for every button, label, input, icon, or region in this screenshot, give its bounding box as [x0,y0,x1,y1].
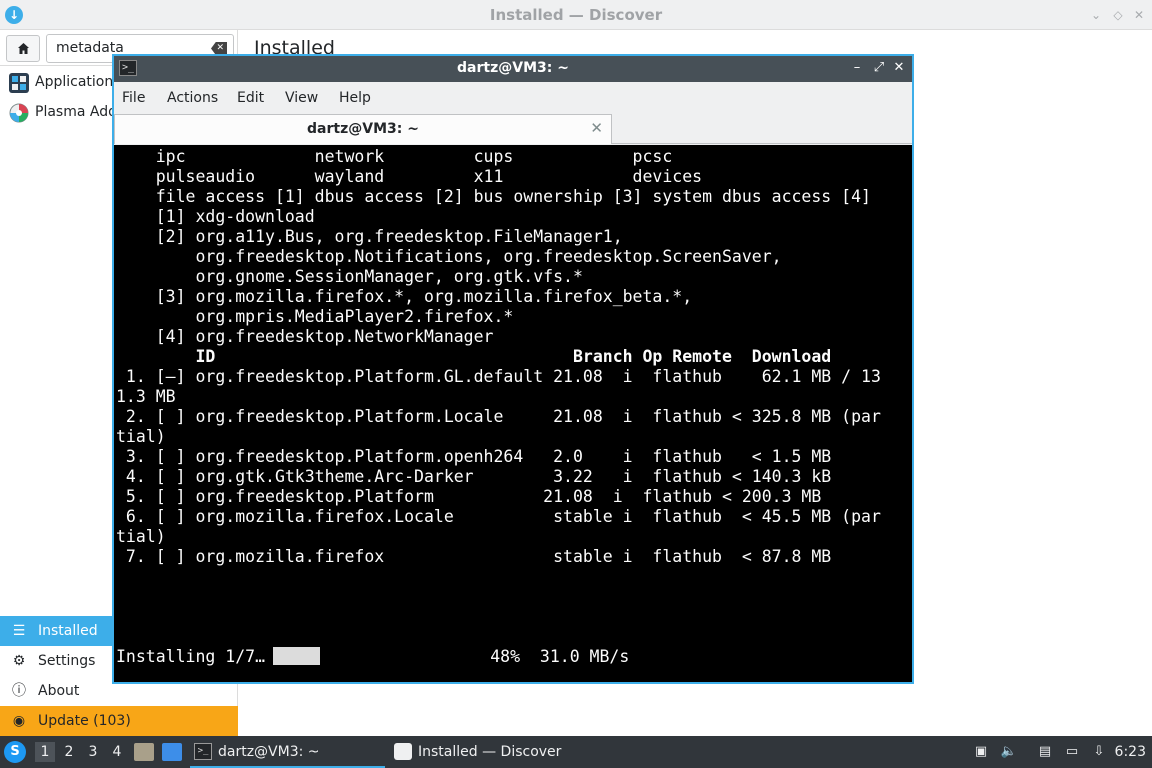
maximize-icon[interactable]: ◇ [1110,7,1126,23]
taskbar: S 1 2 3 4 >_ dartz@VM3: ~ Installed — Di… [0,736,1152,768]
nav-update[interactable]: ◉ Update (103) [0,706,238,736]
application-launcher-icon[interactable]: S [4,741,26,763]
install-status-text: Installing 1/7… [116,647,266,666]
terminal-icon: >_ [194,743,212,760]
terminal-line: [1] xdg-download [116,207,315,226]
terminal-line: [4] org.freedesktop.NetworkManager [116,327,494,346]
minimize-icon[interactable]: – [848,59,866,77]
konsole-titlebar[interactable]: >_ dartz@VM3: ~ – ⤢ ✕ [114,56,912,82]
discover-app-icon [394,743,412,760]
tab-label: dartz@VM3: ~ [307,121,419,137]
task-label: Installed — Discover [418,744,562,760]
nav-label: Settings [38,653,96,669]
tab-terminal[interactable]: dartz@VM3: ~ ✕ [114,114,612,144]
close-icon[interactable]: ✕ [1131,7,1147,23]
maximize-icon[interactable]: ⤢ [870,59,888,77]
terminal-line: org.mpris.MediaPlayer2.firefox.* [116,307,514,326]
desktop-4[interactable]: 4 [107,742,127,762]
table-row: tial) [116,427,166,446]
table-row: 3. [ ] org.freedesktop.Platform.openh264… [116,447,832,466]
update-icon: ◉ [12,713,26,729]
table-row: 4. [ ] org.gtk.Gtk3theme.Arc-Darker 3.22… [116,467,832,486]
desktop-3[interactable]: 3 [83,742,103,762]
task-discover[interactable]: Installed — Discover [390,736,590,768]
notes-icon[interactable]: ▤ [1036,744,1054,760]
nav-label: Update (103) [38,713,131,729]
category-label: Applications [35,74,121,90]
install-status-line: Installing 1/7… 48% 31.0 MB/s [116,647,629,667]
table-row: 2. [ ] org.freedesktop.Platform.Locale 2… [116,407,881,426]
konsole-tabbar: dartz@VM3: ~ ✕ [114,114,912,144]
terminal-line: ipc network cups pcsc [116,147,673,166]
info-icon: ⓘ [12,683,26,699]
table-row: 1. [—] org.freedesktop.Platform.GL.defau… [116,367,881,386]
discover-titlebar: ↓ Installed — Discover ⌄ ◇ ✕ [0,0,1152,30]
install-progress-bar [273,647,372,665]
discover-window-title: Installed — Discover [489,6,663,24]
clipboard-icon[interactable]: ▣ [972,744,990,760]
install-progress-text: 48% 31.0 MB/s [371,647,630,666]
close-icon[interactable]: ✕ [890,59,908,77]
clock[interactable]: 6:23 [1115,744,1146,760]
konsole-window-title: dartz@VM3: ~ [457,60,569,76]
terminal-line: [2] org.a11y.Bus, org.freedesktop.FileMa… [116,227,623,246]
minimize-icon[interactable]: ⌄ [1088,7,1104,23]
table-row: 6. [ ] org.mozilla.firefox.Locale stable… [116,507,881,526]
menu-edit[interactable]: Edit [237,90,264,106]
tab-close-icon[interactable]: ✕ [590,119,603,137]
menu-file[interactable]: File [122,90,145,106]
table-row: 7. [ ] org.mozilla.firefox stable i flat… [116,547,832,566]
nav-label: Installed [38,623,98,639]
list-icon: ☰ [12,623,26,639]
update-notifier-icon[interactable]: ⇩ [1090,744,1108,760]
terminal-line: pulseaudio wayland x11 devices [116,167,703,186]
terminal-output[interactable]: ipc network cups pcsc pulseaudio wayland… [114,145,912,682]
table-row: 5. [ ] org.freedesktop.Platform 21.08 i … [116,487,822,506]
file-manager-icon[interactable] [134,743,154,761]
show-desktop-icon[interactable] [162,743,182,761]
terminal-line: org.freedesktop.Notifications, org.freed… [116,247,782,266]
applications-icon [9,73,29,93]
volume-icon[interactable]: 🔈 [1000,744,1018,760]
plasma-addons-icon [9,103,29,123]
menu-actions[interactable]: Actions [167,90,218,106]
desktop-1[interactable]: 1 [35,742,55,762]
terminal-line: [3] org.mozilla.firefox.*, org.mozilla.f… [116,287,693,306]
home-icon [18,43,29,54]
home-button[interactable] [6,35,40,62]
menu-help[interactable]: Help [339,90,371,106]
table-row: tial) [116,527,166,546]
menu-view[interactable]: View [285,90,318,106]
table-header: ID Branch Op Remote Download [116,347,832,366]
terminal-line: file access [1] dbus access [2] bus owne… [116,187,871,206]
task-konsole[interactable]: >_ dartz@VM3: ~ [190,736,385,768]
desktop-2[interactable]: 2 [59,742,79,762]
network-icon[interactable]: ▭ [1063,744,1081,760]
table-row: 1.3 MB [116,387,176,406]
konsole-window: >_ dartz@VM3: ~ – ⤢ ✕ File Actions Edit … [112,54,914,684]
task-label: dartz@VM3: ~ [218,744,320,760]
nav-label: About [38,683,80,699]
gear-icon: ⚙ [12,653,26,669]
konsole-menubar: File Actions Edit View Help [114,82,912,114]
terminal-line: org.gnome.SessionManager, org.gtk.vfs.* [116,267,583,286]
